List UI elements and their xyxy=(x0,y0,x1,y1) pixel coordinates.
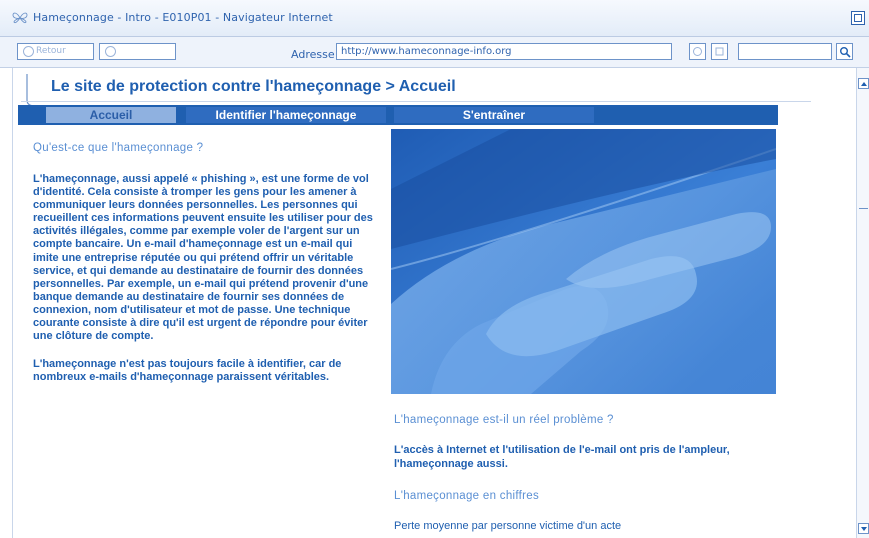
maximize-button[interactable] xyxy=(851,11,865,25)
window-title: Hameçonnage - Intro - E010P01 - Navigate… xyxy=(33,11,333,24)
intro-paragraph: L'hameçonnage n'est pas toujours facile … xyxy=(33,358,342,384)
intro-paragraph: L'hameçonnage, aussi appelé « phishing »… xyxy=(33,173,373,343)
header-divider xyxy=(21,101,811,102)
intro-heading: Qu'est-ce que l'hameçonnage ? xyxy=(33,142,204,154)
search-input[interactable] xyxy=(738,43,832,60)
stop-button[interactable] xyxy=(711,43,728,60)
vertical-scrollbar[interactable] xyxy=(856,68,869,538)
tab-sentrainer[interactable]: S'entraîner xyxy=(394,107,594,123)
address-label: Adresse xyxy=(291,48,335,61)
forward-arrow-icon xyxy=(105,46,116,57)
butterfly-logo-icon xyxy=(12,12,28,24)
scroll-down-arrow-icon[interactable] xyxy=(858,523,869,534)
main-navigation: Accueil Identifier l'hameçonnage S'entra… xyxy=(18,105,778,125)
address-input[interactable]: http://www.hameconnage-info.org xyxy=(336,43,672,60)
problem-heading: L'hameçonnage est-il un réel problème ? xyxy=(394,414,614,426)
magnifier-icon xyxy=(840,47,851,58)
forward-button[interactable] xyxy=(99,43,176,60)
scroll-up-arrow-icon[interactable] xyxy=(858,78,869,89)
browser-toolbar: Retour Adresse http://www.hameconnage-in… xyxy=(0,37,869,68)
credit-card-image xyxy=(391,129,776,394)
refresh-button[interactable] xyxy=(689,43,706,60)
back-arrow-icon xyxy=(23,46,34,57)
figures-heading: L'hameçonnage en chiffres xyxy=(394,490,540,502)
stop-icon xyxy=(715,47,724,56)
refresh-icon xyxy=(693,47,702,56)
back-button-label: Retour xyxy=(36,46,66,56)
back-button[interactable]: Retour xyxy=(17,43,94,60)
problem-section: L'hameçonnage est-il un réel problème ? … xyxy=(394,414,774,534)
web-page: Le site de protection contre l'hameçonna… xyxy=(12,68,855,538)
scroll-thumb[interactable] xyxy=(859,208,868,213)
page-title: Le site de protection contre l'hameçonna… xyxy=(51,78,456,95)
window-title-bar: Hameçonnage - Intro - E010P01 - Navigate… xyxy=(0,0,869,37)
tab-identifier-hameconnage[interactable]: Identifier l'hameçonnage xyxy=(186,107,386,123)
tab-accueil[interactable]: Accueil xyxy=(46,107,176,123)
search-button[interactable] xyxy=(836,43,853,60)
problem-paragraph: L'accès à Internet et l'utilisation de l… xyxy=(394,444,730,470)
intro-section: Qu'est-ce que l'hameçonnage ? L'hameçonn… xyxy=(33,142,378,399)
figures-paragraph: Perte moyenne par personne victime d'un … xyxy=(394,520,622,532)
